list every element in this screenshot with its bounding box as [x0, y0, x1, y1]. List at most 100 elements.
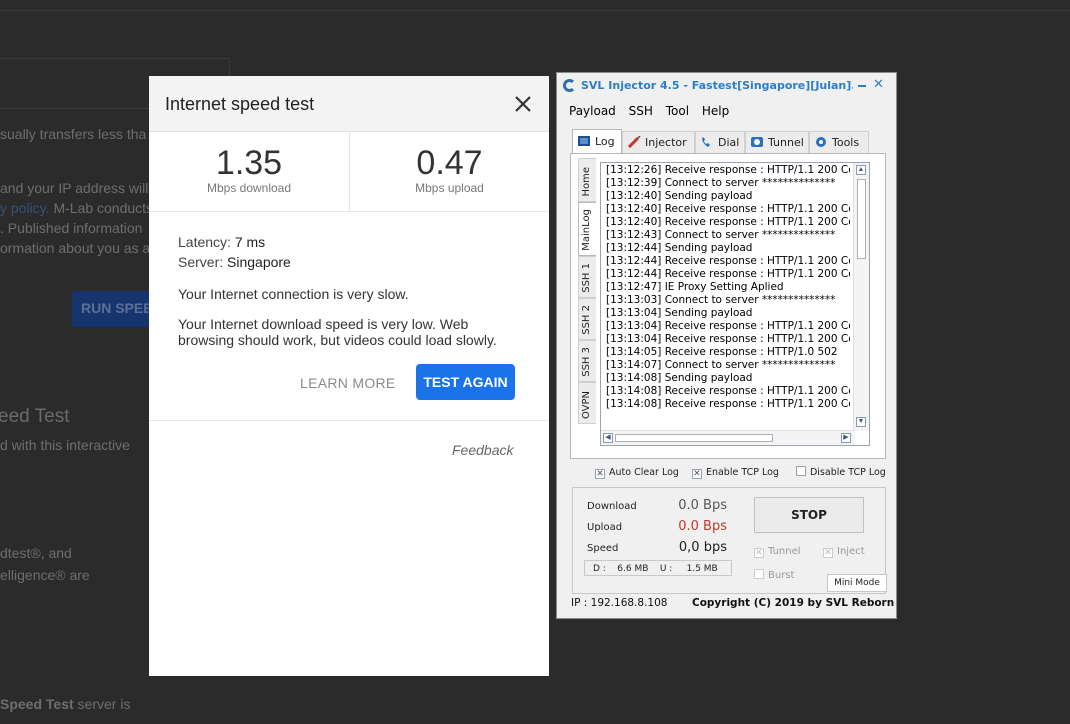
side-tab-ssh3[interactable]: SSH 3	[578, 340, 596, 382]
side-tab-home[interactable]: Home	[578, 158, 596, 202]
total-speed: 0,0 bps	[678, 540, 727, 555]
side-tab-mainlog[interactable]: MainLog	[578, 202, 596, 256]
scroll-up-icon[interactable]: ▲	[856, 165, 866, 175]
log-line: [13:14:07] Connect to server ***********…	[606, 359, 836, 371]
checkbox-icon	[754, 569, 764, 579]
log-line: [13:12:40] Receive response : HTTP/1.1 2…	[606, 216, 850, 228]
app-icon	[563, 79, 576, 92]
latency: Latency: 7 ms	[178, 234, 266, 250]
checkbox-icon: ✕	[754, 548, 764, 558]
feedback-link[interactable]: Feedback	[452, 442, 513, 458]
disable-tcp-log-checkbox[interactable]: Disable TCP Log	[795, 466, 886, 478]
log-line: [13:14:08] Receive response : HTTP/1.1 2…	[606, 385, 850, 397]
tab-injector[interactable]: Injector	[622, 131, 695, 153]
minimize-icon[interactable]	[858, 85, 866, 87]
bg-text: dtest®, and	[0, 545, 72, 561]
checkbox-icon: ✕	[691, 469, 702, 479]
tab-tunnel[interactable]: Tunnel	[745, 131, 809, 153]
side-tab-ovpn[interactable]: OVPN	[578, 382, 596, 424]
log-icon	[577, 135, 591, 147]
stop-button[interactable]: STOP	[754, 497, 864, 533]
log-line: [13:12:47] IE Proxy Setting Aplied	[606, 281, 784, 293]
close-icon[interactable]	[512, 93, 534, 115]
upload-unit: Mbps upload	[415, 181, 484, 195]
tab-tools[interactable]: Tools	[809, 131, 869, 153]
log-line: [13:13:04] Receive response : HTTP/1.1 2…	[606, 320, 850, 332]
log-line: [13:12:40] Receive response : HTTP/1.1 2…	[606, 203, 850, 215]
burst-checkbox[interactable]: Burst	[754, 569, 794, 581]
upload-speed: 0.0 Bps	[678, 519, 727, 534]
log-lines: [13:12:26] Receive response : HTTP/1.1 2…	[606, 164, 850, 411]
log-line: [13:13:04] Receive response : HTTP/1.1 2…	[606, 333, 850, 345]
download-unit: Mbps download	[206, 181, 292, 195]
auto-clear-log-checkbox[interactable]: ✕ Auto Clear Log	[595, 467, 679, 479]
status-panel: Download 0.0 Bps Upload 0.0 Bps Speed 0,…	[572, 487, 887, 594]
menu-ssh[interactable]: SSH	[629, 104, 653, 118]
connection-message: Your Internet connection is very slow.	[178, 286, 409, 302]
dialog-header: Internet speed test	[149, 76, 549, 132]
bg-text: ormation about you as a	[0, 240, 151, 256]
scroll-thumb[interactable]	[615, 434, 773, 442]
learn-more-link[interactable]: LEARN MORE	[300, 375, 396, 391]
title-bar: SVL Injector 4.5 - Fastest[Singapore][Ju…	[557, 73, 896, 99]
inject-checkbox[interactable]: ✕ Inject	[823, 546, 865, 558]
download-message: Your Internet download speed is very low…	[178, 316, 497, 348]
test-again-button[interactable]: TEST AGAIN	[416, 364, 515, 400]
bg-text: elligence® are	[0, 567, 90, 583]
bg-text: sually transfers less tha	[0, 126, 147, 142]
log-options: ✕ Auto Clear Log ✕ Enable TCP Log Disable …	[595, 466, 886, 479]
side-tabs: Home MainLog SSH 1 SSH 2 SSH 3 OVPN	[578, 154, 596, 454]
enable-tcp-log-checkbox[interactable]: ✕ Enable TCP Log	[691, 467, 779, 479]
speed-label: Speed	[587, 543, 619, 554]
server: Server: Singapore	[178, 254, 291, 270]
checkbox-icon: ✕	[823, 548, 833, 558]
upload-label: Upload	[587, 522, 623, 533]
scroll-right-icon[interactable]: ▶	[841, 433, 851, 443]
log-line: [13:12:26] Receive response : HTTP/1.1 2…	[606, 164, 850, 176]
injector-window: SVL Injector 4.5 - Fastest[Singapore][Ju…	[556, 72, 897, 619]
upload-value: 0.47	[416, 144, 483, 182]
scroll-down-icon[interactable]: ▼	[856, 417, 866, 427]
bg-text: d with this interactive	[0, 437, 130, 453]
syringe-icon	[627, 135, 641, 149]
log-line: [13:14:08] Sending payload	[606, 372, 753, 384]
log-line: [13:14:08] Receive response : HTTP/1.1 2…	[606, 398, 850, 410]
phone-icon	[700, 136, 714, 148]
log-output[interactable]: [13:12:26] Receive response : HTTP/1.1 2…	[600, 162, 870, 446]
menu-help[interactable]: Help	[702, 104, 729, 118]
horizontal-scrollbar[interactable]: ◀ ▶	[601, 430, 855, 445]
speed-test-dialog: Internet speed test 1.35 Mbps download 0…	[149, 76, 549, 676]
bg-divider	[0, 10, 1070, 11]
log-line: [13:12:44] Receive response : HTTP/1.1 2…	[606, 255, 850, 267]
tunnel-icon	[750, 136, 764, 148]
scroll-thumb[interactable]	[857, 179, 866, 259]
vertical-scrollbar[interactable]: ▲ ▼	[853, 163, 869, 431]
close-icon[interactable]: ✕	[873, 77, 884, 92]
download-speed: 0.0 Bps	[678, 498, 727, 513]
scroll-left-icon[interactable]: ◀	[603, 433, 613, 443]
gear-icon	[814, 136, 828, 148]
log-line: [13:13:03] Connect to server ***********…	[606, 294, 836, 306]
copyright: Copyright (C) 2019 by SVL Reborn	[692, 597, 895, 609]
log-line: [13:13:04] Sending payload	[606, 307, 753, 319]
tab-dial[interactable]: Dial	[695, 131, 745, 153]
checkbox-icon: ✕	[595, 469, 605, 479]
log-line: [13:12:44] Sending payload	[606, 242, 753, 254]
upload-stat: 0.47 Mbps upload	[349, 132, 549, 212]
log-line: [13:12:40] Sending payload	[606, 190, 753, 202]
tunnel-checkbox[interactable]: ✕ Tunnel	[754, 546, 801, 558]
side-tab-ssh2[interactable]: SSH 2	[578, 298, 596, 340]
side-tab-ssh1[interactable]: SSH 1	[578, 256, 596, 298]
menu-payload[interactable]: Payload	[569, 104, 616, 118]
bg-text: and your IP address will	[0, 180, 149, 196]
download-stat: 1.35 Mbps download	[149, 132, 349, 212]
bg-text: Speed Test server is	[0, 696, 131, 712]
checkbox-icon	[795, 466, 806, 476]
bg-text: . Published information	[0, 220, 143, 236]
log-line: [13:12:39] Connect to server ***********…	[606, 177, 836, 189]
tab-log[interactable]: Log	[572, 129, 622, 153]
mini-mode-button[interactable]: Mini Mode	[827, 574, 887, 592]
menu-tool[interactable]: Tool	[666, 104, 689, 118]
window-title: SVL Injector 4.5 - Fastest[Singapore][Ju…	[581, 79, 853, 92]
log-tab-pane: Home MainLog SSH 1 SSH 2 SSH 3 OVPN [13:…	[570, 153, 886, 459]
